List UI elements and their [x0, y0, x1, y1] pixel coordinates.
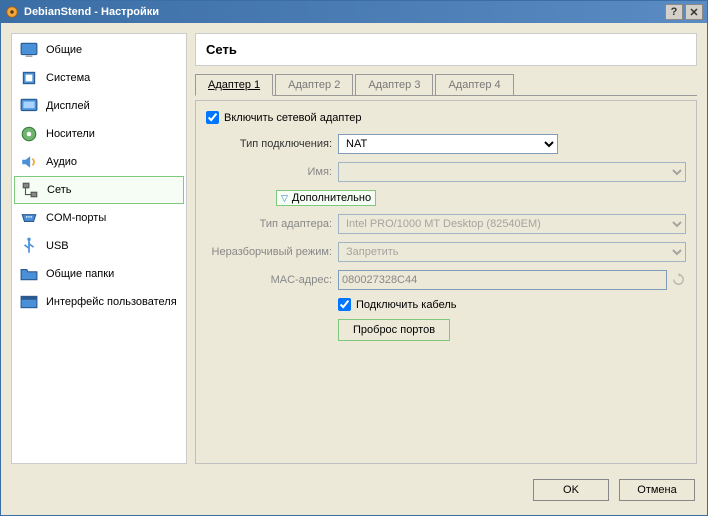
port-forwarding-button[interactable]: Проброс портов [338, 319, 450, 341]
promisc-label: Неразборчивый режим: [206, 246, 338, 258]
sidebar-item-network[interactable]: Сеть [14, 176, 184, 204]
sidebar-item-general[interactable]: Общие [14, 36, 184, 64]
sidebar-label: Носители [46, 128, 95, 140]
disk-icon [20, 125, 38, 143]
ui-icon [20, 293, 38, 311]
sidebar-label: Система [46, 72, 90, 84]
titlebar: DebianStend - Настройки ? ✕ [1, 1, 707, 23]
mac-input [338, 270, 667, 290]
mac-label: MAC-адрес: [206, 274, 338, 286]
sidebar-label: Интерфейс пользователя [46, 296, 177, 308]
sidebar-item-system[interactable]: Система [14, 64, 184, 92]
sidebar-item-storage[interactable]: Носители [14, 120, 184, 148]
adapter-type-label: Тип адаптера: [206, 218, 338, 230]
sidebar-label: COM-порты [46, 212, 106, 224]
folder-icon [20, 265, 38, 283]
enable-adapter-checkbox[interactable] [206, 111, 219, 124]
sidebar-item-serial[interactable]: COM-порты [14, 204, 184, 232]
serial-port-icon [20, 209, 38, 227]
tab-adapter-2[interactable]: Адаптер 2 [275, 74, 353, 95]
sidebar-label: Общие папки [46, 268, 114, 280]
triangle-down-icon: ▽ [281, 193, 288, 204]
sidebar-item-audio[interactable]: Аудио [14, 148, 184, 176]
promisc-select: Запретить [338, 242, 686, 262]
display-icon [20, 97, 38, 115]
cancel-button[interactable]: Отмена [619, 479, 695, 501]
name-label: Имя: [206, 166, 338, 178]
tab-adapter-4[interactable]: Адаптер 4 [435, 74, 513, 95]
dialog-footer: OK Отмена [1, 474, 707, 506]
adapter-panel: Включить сетевой адаптер Тип подключения… [195, 100, 697, 464]
attached-label: Тип подключения: [206, 138, 338, 150]
sidebar-label: Общие [46, 44, 82, 56]
tab-adapter-1[interactable]: Адаптер 1 [195, 74, 273, 96]
adapter-type-select: Intel PRO/1000 MT Desktop (82540EM) [338, 214, 686, 234]
sidebar: Общие Система Дисплей Носители Аудио Сет… [11, 33, 187, 464]
page-header: Сеть [195, 33, 697, 66]
sidebar-item-shared[interactable]: Общие папки [14, 260, 184, 288]
adapter-tabs: Адаптер 1 Адаптер 2 Адаптер 3 Адаптер 4 [195, 74, 697, 96]
cable-label: Подключить кабель [356, 299, 457, 311]
chip-icon [20, 69, 38, 87]
page-title: Сеть [206, 42, 686, 57]
enable-adapter-label: Включить сетевой адаптер [224, 112, 361, 124]
close-button[interactable]: ✕ [685, 4, 703, 20]
sidebar-item-ui[interactable]: Интерфейс пользователя [14, 288, 184, 316]
sidebar-item-usb[interactable]: USB [14, 232, 184, 260]
help-button[interactable]: ? [665, 4, 683, 20]
window-title: DebianStend - Настройки [24, 6, 663, 18]
advanced-label: Дополнительно [292, 192, 371, 204]
refresh-mac-icon[interactable] [671, 272, 686, 288]
cable-checkbox[interactable] [338, 298, 351, 311]
usb-icon [20, 237, 38, 255]
ok-button[interactable]: OK [533, 479, 609, 501]
monitor-icon [20, 41, 38, 59]
sidebar-label: Аудио [46, 156, 77, 168]
advanced-toggle[interactable]: ▽ Дополнительно [276, 190, 376, 206]
name-select [338, 162, 686, 182]
sidebar-item-display[interactable]: Дисплей [14, 92, 184, 120]
settings-gear-icon [5, 5, 19, 19]
sidebar-label: USB [46, 240, 69, 252]
attached-select[interactable]: NAT [338, 134, 558, 154]
sidebar-label: Сеть [47, 184, 71, 196]
speaker-icon [20, 153, 38, 171]
tab-adapter-3[interactable]: Адаптер 3 [355, 74, 433, 95]
sidebar-label: Дисплей [46, 100, 90, 112]
network-icon [21, 181, 39, 199]
